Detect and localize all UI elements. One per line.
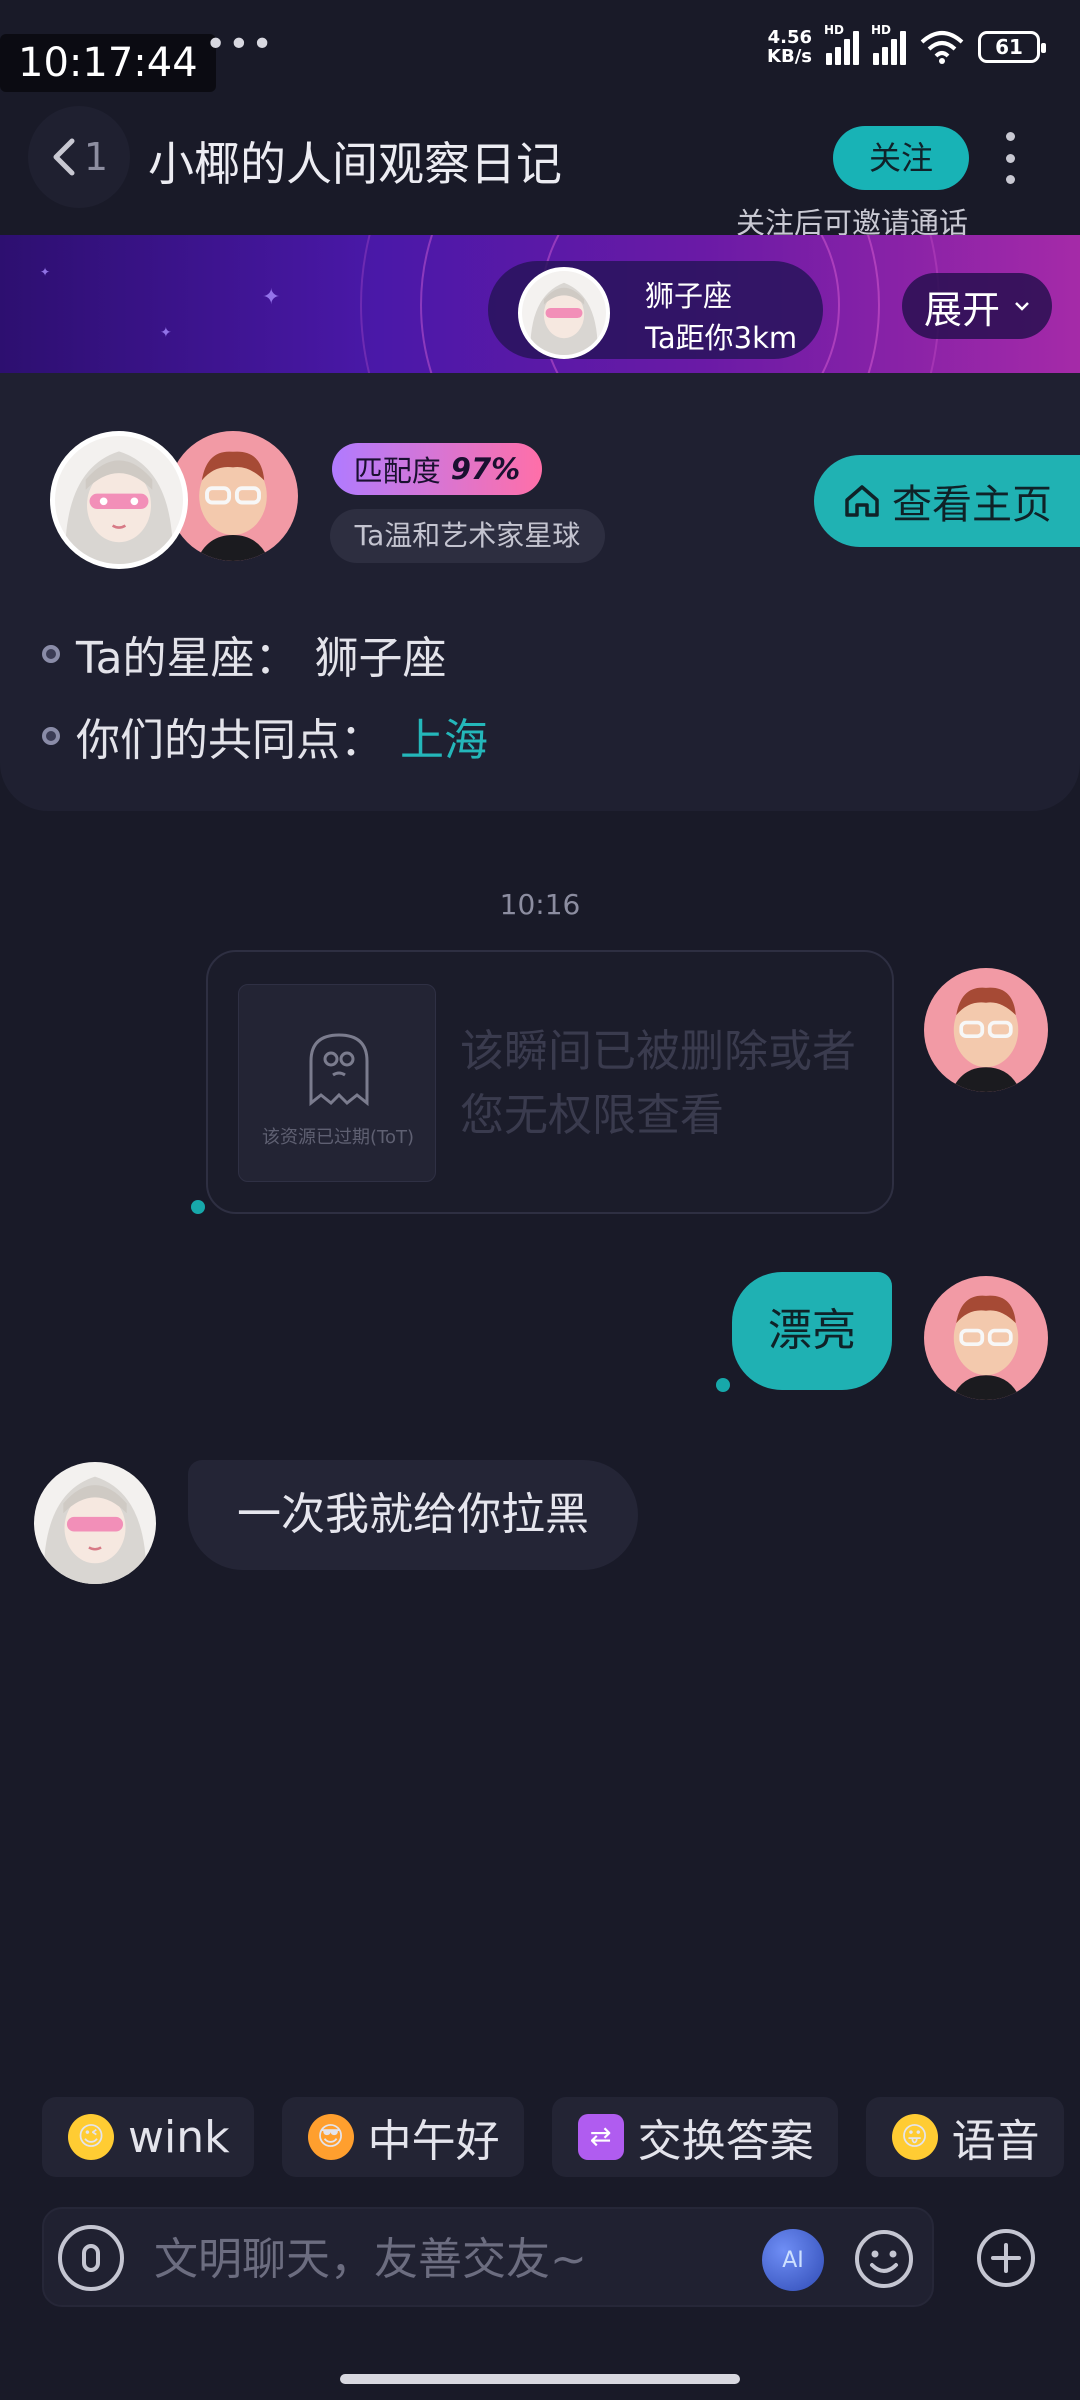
banner-zodiac: 狮子座 xyxy=(645,279,733,313)
emoji-icon[interactable] xyxy=(852,2227,916,2291)
exchange-icon: ⇄ xyxy=(577,2114,624,2160)
partner-avatar[interactable] xyxy=(50,431,188,569)
message-bubble-received[interactable]: 一次我就给你拉黑 xyxy=(188,1460,638,1570)
common-location-link[interactable]: 上海 xyxy=(400,704,488,768)
back-button[interactable]: 1 xyxy=(28,106,130,208)
sunglasses-emoji-icon: 😎 xyxy=(307,2114,354,2160)
message-bubble-sent[interactable]: 漂亮 xyxy=(732,1272,892,1390)
match-badge: 匹配度 97% xyxy=(332,443,542,495)
read-status-dot xyxy=(191,1200,205,1214)
quick-reply-bar: 😉 wink 😎 中午好 ⇄ 交换答案 😛 语音 xyxy=(42,2097,1064,2177)
battery-icon: 61 xyxy=(978,31,1046,63)
ai-assistant-icon[interactable]: AI xyxy=(762,2229,824,2291)
follow-button[interactable]: 关注 xyxy=(833,126,969,190)
deleted-moment-card[interactable]: 该资源已过期(ToT) 该瞬间已被删除或者您无权限查看 xyxy=(206,950,894,1214)
banner-avatar xyxy=(518,267,610,359)
page-title: 小椰的人间观察日记 xyxy=(148,137,562,191)
more-notifications-icon: ••• xyxy=(205,24,275,65)
home-icon xyxy=(845,485,879,517)
status-time: 10:17:44 xyxy=(0,34,216,92)
expand-label: 展开 xyxy=(923,287,1000,332)
chevron-left-icon xyxy=(53,138,75,176)
message-input[interactable] xyxy=(154,2227,634,2291)
home-indicator[interactable] xyxy=(340,2374,740,2384)
voice-input-icon[interactable] xyxy=(58,2225,124,2291)
quick-reply-exchange-answers[interactable]: ⇄ 交换答案 xyxy=(551,2097,838,2177)
expired-resource-thumbnail: 该资源已过期(ToT) xyxy=(238,984,436,1182)
view-homepage-button[interactable]: 查看主页 xyxy=(814,455,1080,547)
banner-distance: Ta距你3km xyxy=(645,321,798,355)
bullet-icon xyxy=(42,645,60,663)
wink-emoji-icon: 😉 xyxy=(68,2114,114,2160)
my-avatar-msg[interactable] xyxy=(924,968,1048,1092)
expired-caption: 该资源已过期(ToT) xyxy=(262,1127,414,1148)
zodiac-info: Ta的星座： 狮子座 xyxy=(42,622,447,686)
deleted-notice: 该瞬间已被删除或者您无权限查看 xyxy=(460,1026,856,1141)
bullet-icon xyxy=(42,727,60,745)
cellular-signal-icon: HD xyxy=(824,23,859,65)
quick-reply-voice[interactable]: 😛 语音 xyxy=(865,2097,1064,2177)
plus-icon[interactable] xyxy=(974,2226,1038,2290)
cellular-signal-2-icon: HD xyxy=(871,23,906,65)
status-bar: 10:17:44 ••• 4.56 KB/s HD HD 61 xyxy=(0,0,1080,100)
unread-count: 1 xyxy=(83,135,109,179)
tongue-emoji-icon: 😛 xyxy=(891,2114,938,2160)
partner-avatar-msg[interactable] xyxy=(34,1462,156,1584)
my-avatar-msg[interactable] xyxy=(924,1276,1048,1400)
network-speed: 4.56 KB/s xyxy=(767,27,812,67)
more-options-icon[interactable] xyxy=(1000,132,1020,184)
expand-button[interactable]: 展开 xyxy=(902,273,1052,339)
banner-profile-chip[interactable]: 狮子座 Ta距你3km xyxy=(488,261,823,359)
match-banner: ✦ ✦ ✦ 狮子座 Ta距你3km 展开 xyxy=(0,235,1080,373)
common-info: 你们的共同点： 上海 xyxy=(42,704,488,768)
quick-reply-good-noon[interactable]: 😎 中午好 xyxy=(281,2097,524,2177)
read-status-dot xyxy=(716,1378,730,1392)
planet-tag: Ta温和艺术家星球 xyxy=(330,509,605,563)
chevron-down-icon xyxy=(1015,302,1029,311)
quick-reply-wink[interactable]: 😉 wink xyxy=(42,2097,254,2177)
ghost-icon xyxy=(309,1033,369,1107)
chat-header: 1 小椰的人间观察日记 关注 关注后可邀请通话 xyxy=(0,100,1080,240)
wifi-icon xyxy=(920,31,964,64)
message-timestamp: 10:16 xyxy=(499,888,581,921)
message-composer: AI xyxy=(42,2207,934,2307)
